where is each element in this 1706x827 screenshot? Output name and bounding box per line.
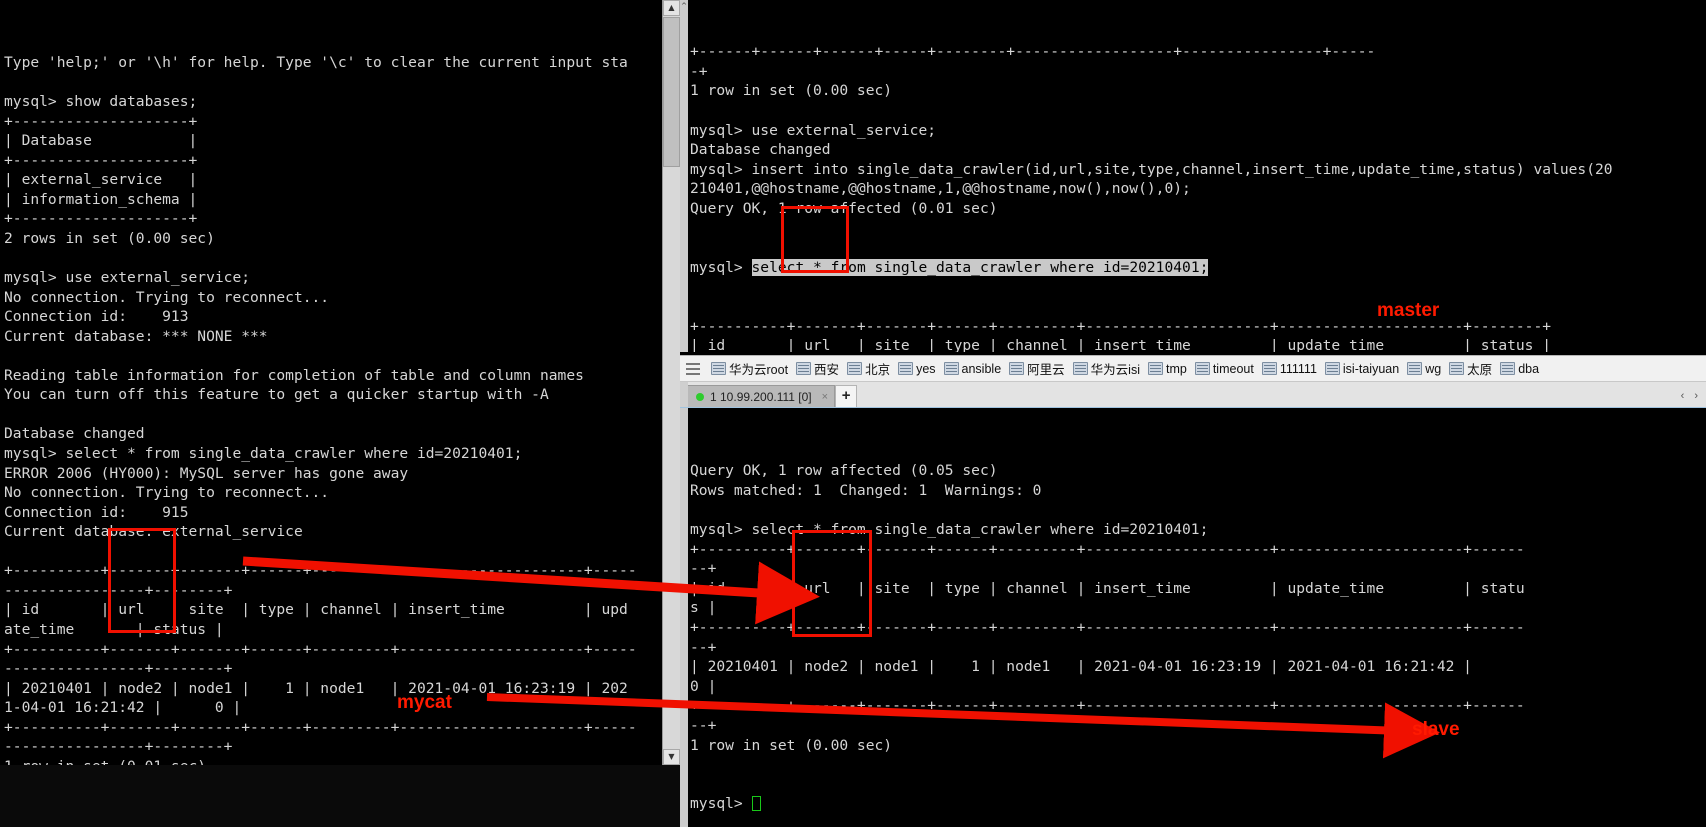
slave-annotation-label: slave — [1412, 719, 1460, 740]
new-tab-button[interactable]: + — [835, 385, 858, 407]
scroll-up-arrow-icon[interactable]: ▲ — [663, 0, 680, 16]
screenshot-root: Type 'help;' or '\h' for help. Type '\c'… — [0, 0, 1706, 827]
bookmark-item[interactable]: 北京 — [844, 358, 895, 379]
master-annotation-label: master — [1377, 300, 1440, 321]
master-selected-command-line: mysql> select * from single_data_crawler… — [690, 258, 1706, 278]
bookmark-terminal-icon — [943, 362, 959, 375]
slave-cursor — [751, 796, 761, 812]
bookmark-item[interactable]: 太原 — [1446, 358, 1497, 379]
slave-prompt: mysql> — [690, 795, 752, 813]
close-icon[interactable]: × — [822, 391, 828, 403]
bookmark-label: 111111 — [1279, 361, 1317, 376]
bookmark-terminal-icon — [898, 362, 914, 375]
bookmark-item[interactable]: wg — [1404, 361, 1446, 377]
bookmark-label: 华为云isi — [1090, 363, 1140, 377]
scroll-down-arrow-icon[interactable]: ▼ — [663, 749, 680, 765]
bookmark-item[interactable]: 111111 — [1259, 361, 1322, 377]
bookmark-terminal-icon — [1324, 362, 1340, 375]
slave-terminal-output: Query OK, 1 row affected (0.05 sec) Rows… — [690, 462, 1525, 754]
mycat-terminal[interactable]: Type 'help;' or '\h' for help. Type '\c'… — [0, 0, 662, 765]
bookmark-terminal-icon — [1009, 362, 1025, 375]
bookmark-terminal-icon — [1261, 362, 1277, 375]
connection-status-dot-icon — [696, 392, 704, 401]
bookmark-terminal-icon — [1072, 362, 1088, 375]
left-pane-scrollbar[interactable]: ▲ ▼ — [662, 0, 680, 765]
bookmark-terminal-icon — [711, 362, 726, 375]
bookmark-item[interactable]: tmp — [1145, 361, 1192, 377]
master-terminal-output-bottom: +----------+-------+-------+------+-----… — [690, 317, 1552, 353]
mycat-terminal-output: Type 'help;' or '\h' for help. Type '\c'… — [4, 54, 637, 765]
tab-scroll-left-icon[interactable]: ‹ — [1681, 390, 1685, 402]
bookmark-terminal-icon — [1500, 362, 1516, 375]
tab-scroll-right-icon[interactable]: › — [1694, 390, 1698, 402]
bookmark-label: timeout — [1212, 361, 1254, 376]
master-terminal-output-top: +------+------+------+-----+--------+---… — [690, 43, 1613, 217]
bookmark-label: 西安 — [814, 363, 840, 377]
master-selected-command[interactable]: select * from single_data_crawler where … — [751, 258, 1209, 276]
bookmark-label: 太原 — [1467, 363, 1493, 377]
bookmarks-bar[interactable]: 华为云root 西安 北京 yes ansible 阿里云 华为云isi tmp timeout… — [680, 355, 1706, 382]
bookmark-item[interactable]: isi-taiyuan — [1322, 361, 1404, 377]
bookmark-label: wg — [1425, 361, 1442, 376]
bookmark-item[interactable]: 阿里云 — [1006, 358, 1070, 379]
bookmark-item[interactable]: ansible — [941, 361, 1007, 377]
slave-prompt-line: mysql> — [690, 794, 1706, 814]
scrollbar-thumb[interactable] — [663, 17, 680, 167]
master-terminal[interactable]: +------+------+------+-----+--------+---… — [688, 0, 1706, 352]
bookmark-label: 华为云root — [729, 363, 789, 377]
bookmark-label: tmp — [1165, 361, 1187, 376]
tab-label: 1 10.99.200.111 [0] — [710, 389, 812, 404]
master-prompt: mysql> — [690, 258, 752, 276]
bookmark-terminal-icon — [1147, 362, 1163, 375]
bookmark-terminal-icon — [1194, 362, 1210, 375]
bookmark-terminal-icon — [1449, 362, 1465, 375]
bookmark-label: 北京 — [865, 363, 891, 377]
bookmark-label: yes — [916, 361, 936, 376]
bookmark-item[interactable]: 华为云root — [708, 358, 793, 379]
bookmark-label: 阿里云 — [1027, 363, 1065, 377]
tab-strip-left-gutter — [680, 382, 688, 407]
tab-session-1[interactable]: 1 10.99.200.111 [0] × — [688, 385, 836, 407]
bookmark-item[interactable]: 西安 — [793, 358, 844, 379]
bookmark-terminal-icon — [1407, 362, 1423, 375]
bookmark-item[interactable]: 华为云isi — [1070, 358, 1145, 379]
bookmark-item[interactable]: dba — [1497, 361, 1544, 377]
bookmark-label: dba — [1518, 361, 1540, 376]
left-pane-bottom-filler — [0, 765, 680, 827]
bookmark-label: isi-taiyuan — [1342, 361, 1400, 376]
bookmark-terminal-icon — [796, 362, 812, 375]
bookmark-label: ansible — [961, 361, 1002, 376]
slave-terminal[interactable]: Query OK, 1 row affected (0.05 sec) Rows… — [688, 408, 1706, 827]
bookmark-terminal-icon — [847, 362, 863, 375]
bookmark-item[interactable]: yes — [895, 361, 940, 377]
mycat-annotation-label: mycat — [397, 692, 452, 713]
session-tab-strip[interactable]: 1 10.99.200.111 [0] × + ‹ › — [680, 382, 1706, 408]
bookmark-item[interactable]: timeout — [1192, 361, 1259, 377]
hamburger-menu-icon[interactable] — [684, 361, 702, 377]
scroll-up-arrow-icon[interactable]: ^ — [680, 0, 688, 12]
tab-nav-controls[interactable]: ‹ › — [1681, 385, 1706, 407]
